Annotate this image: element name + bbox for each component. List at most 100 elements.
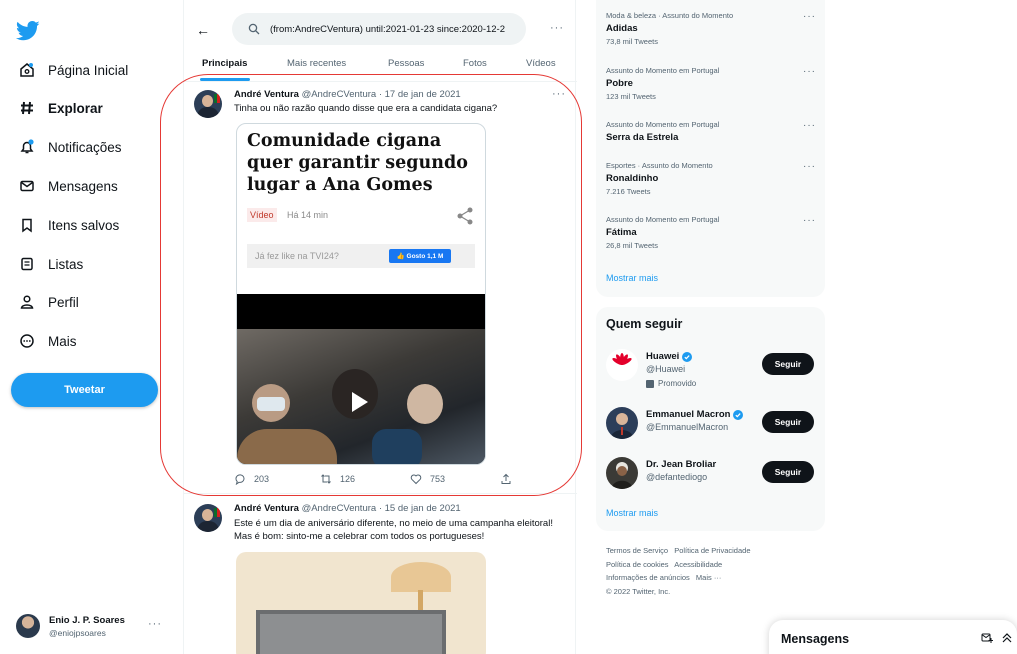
tab-pessoas[interactable]: Pessoas [388,58,424,69]
footer-link[interactable]: Política de Privacidade [674,546,750,555]
more-dots-icon[interactable]: ··· [148,618,162,630]
trend-count: 7.216 Tweets [606,187,651,196]
follow-suggestion[interactable]: Emmanuel Macron @EmmanuelMacron Seguir [606,407,818,447]
tab-principais[interactable]: Principais [202,58,247,69]
promoted-icon [646,379,654,388]
nav-notifications[interactable]: Notificações [18,135,122,159]
link-card[interactable]: Comunidade cigana quer garantir segundo … [236,123,486,465]
verified-badge-icon [733,409,744,420]
account-switcher[interactable]: Enio J. P. Soares @eniojpsoares ··· [16,612,176,640]
nav-more[interactable]: Mais [18,329,77,353]
twitter-bird-icon[interactable] [16,20,40,42]
huawei-logo-icon[interactable] [606,349,638,381]
trend-name: Serra da Estrela [606,132,679,143]
trend-count: 26,8 mil Tweets [606,241,658,250]
trend-item[interactable]: Esportes · Assunto do Momento Ronaldinho… [606,161,816,196]
tweet-photo[interactable] [236,552,486,654]
footer-link[interactable]: Política de cookies [606,560,669,569]
new-message-icon[interactable] [981,632,993,644]
trend-item[interactable]: Moda & beleza · Assunto do Momento Adida… [606,11,816,46]
tweet-text-line: Este é um dia de aniversário diferente, … [234,518,553,529]
search-input[interactable] [270,23,520,35]
follow-button[interactable]: Seguir [762,353,814,375]
tweet-author[interactable]: André Ventura [234,89,299,100]
trend-count: 73,8 mil Tweets [606,37,658,46]
share-button[interactable] [500,473,520,485]
like-count: 753 [430,474,446,484]
nav-home[interactable]: Página Inicial [18,58,128,82]
play-icon[interactable] [352,392,368,412]
footer-link[interactable]: Informações de anúncios [606,573,690,582]
nav-messages[interactable]: Mensagens [18,174,118,198]
follow-button[interactable]: Seguir [762,411,814,433]
tweet-avatar[interactable] [194,90,222,118]
tab-mais-recentes[interactable]: Mais recentes [287,58,346,69]
nav-lists[interactable]: Listas [18,252,83,276]
footer-link[interactable]: Mais ··· [696,573,721,582]
share-icon[interactable] [455,206,475,226]
promoted-label: Promovido [646,379,696,388]
trends-show-more-link[interactable]: Mostrar mais [606,273,658,283]
upload-icon [501,473,511,484]
nav-profile[interactable]: Perfil [18,290,79,314]
video-thumbnail[interactable] [237,294,485,464]
search-tabs: Principais Mais recentes Pessoas Fotos V… [184,52,577,82]
trend-more-icon[interactable]: ··· [803,11,816,22]
reply-button[interactable]: 203 [234,473,269,485]
back-arrow-icon[interactable]: ← [196,22,210,38]
follow-show-more-link[interactable]: Mostrar mais [606,508,658,518]
follow-suggestion[interactable]: Dr. Jean Broliar @defantediogo Seguir [606,457,818,497]
tab-videos[interactable]: Vídeos [526,58,556,69]
nav-explore[interactable]: Explorar [18,96,103,120]
like-prompt-text: Já fez like na TVI24? [255,251,339,261]
follow-avatar[interactable] [606,457,638,489]
reply-count: 203 [254,474,270,484]
retweet-icon [321,474,331,484]
tab-fotos[interactable]: Fotos [463,58,487,69]
account-handle: @eniojpsoares [49,627,106,638]
bell-icon [18,138,36,156]
trend-name: Pobre [606,78,633,89]
tweet-header: André Ventura @AndreCVentura · 15 de jan… [234,503,461,514]
nav-label: Notificações [48,139,122,155]
tweet-button[interactable]: Tweetar [11,373,158,407]
search-bar[interactable] [232,13,526,45]
search-options-icon[interactable]: ··· [550,22,564,34]
trend-more-icon[interactable]: ··· [803,161,816,172]
trend-item[interactable]: Assunto do Momento em Portugal Pobre 123… [606,66,816,101]
trend-context: Moda & beleza · Assunto do Momento [606,11,734,20]
trend-context: Assunto do Momento em Portugal [606,66,720,75]
card-tag: Vídeo [247,208,277,222]
nav-bookmarks[interactable]: Itens salvos [18,213,119,237]
avatar [16,614,40,638]
trend-item[interactable]: Assunto do Momento em Portugal Serra da … [606,120,816,143]
messages-drawer[interactable]: Mensagens [769,620,1017,654]
heart-icon [410,474,422,485]
nav-label: Mais [48,333,77,349]
trend-more-icon[interactable]: ··· [803,120,816,131]
retweet-button[interactable]: 126 [320,473,355,485]
reply-icon [235,474,245,485]
facebook-like-button[interactable]: 👍 Gosto 1,1 M [389,249,451,263]
left-sidebar: Página Inicial Explorar Notificações Men… [0,0,180,654]
follow-suggestion[interactable]: Huawei @Huawei Promovido Seguir [606,349,818,389]
follow-handle: @defantediogo [646,472,708,482]
footer-link[interactable]: Acessibilidade [674,560,722,569]
trend-context: Esportes · Assunto do Momento [606,161,713,170]
account-name: Enio J. P. Soares [49,614,125,626]
tweet-avatar[interactable] [194,504,222,532]
trend-more-icon[interactable]: ··· [803,66,816,77]
trend-more-icon[interactable]: ··· [803,215,816,226]
who-to-follow-panel: Quem seguir Huawei @Huawei Promovido Seg… [596,307,825,531]
follow-button[interactable]: Seguir [762,461,814,483]
trend-item[interactable]: Assunto do Momento em Portugal Fátima 26… [606,215,816,250]
like-prompt: Já fez like na TVI24? 👍 Gosto 1,1 M [247,244,475,268]
tweet[interactable]: André Ventura @AndreCVentura · 17 de jan… [184,82,577,492]
tweet-author[interactable]: André Ventura [234,503,299,514]
footer-link[interactable]: Termos de Serviço [606,546,668,555]
tweet-more-icon[interactable]: ··· [552,88,566,100]
chevron-up-icon[interactable] [1002,632,1012,644]
like-button[interactable]: 753 [410,473,445,485]
copyright: © 2022 Twitter, Inc. [606,586,671,596]
follow-avatar[interactable] [606,407,638,439]
